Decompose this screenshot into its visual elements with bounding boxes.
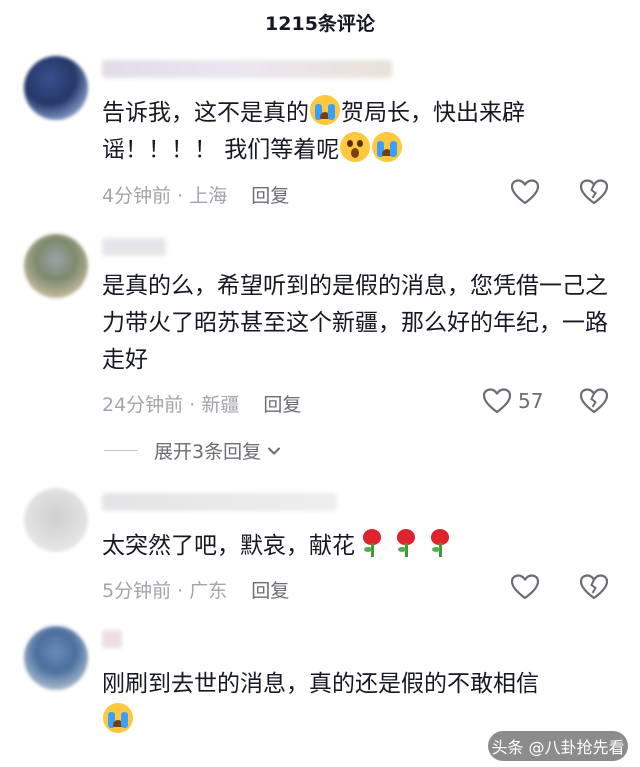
rose-emoji-icon (394, 528, 418, 558)
reply-button[interactable]: 回复 (263, 394, 301, 416)
dislike-button[interactable] (579, 178, 609, 206)
like-button[interactable]: 57 (482, 387, 543, 415)
heart-outline-icon (510, 574, 540, 600)
heart-outline-icon (510, 179, 540, 205)
crying-face-emoji-icon (372, 132, 403, 162)
heart-outline-icon (482, 388, 512, 414)
expand-replies-label: 展开3条回复 (154, 441, 262, 463)
comment-count-title: 1215条评论 (265, 12, 375, 35)
reply-button[interactable]: 回复 (251, 185, 289, 207)
crying-face-emoji-icon (103, 703, 133, 733)
comments-header: 1215条评论 (0, 0, 640, 44)
broken-heart-icon (579, 574, 609, 600)
username-blurred[interactable] (102, 493, 337, 511)
comment-meta: 5分钟前 · 广东 回复 (102, 576, 289, 603)
expand-replies-button[interactable]: 展开3条回复 (104, 437, 283, 464)
username-blurred[interactable] (102, 238, 166, 256)
avatar[interactable] (24, 488, 88, 552)
reply-button[interactable]: 回复 (251, 580, 289, 602)
like-count: 57 (518, 389, 544, 413)
like-button[interactable] (510, 178, 540, 206)
comment-location: 上海 (189, 185, 228, 207)
comment-time: 4分钟前 (102, 185, 172, 207)
comment-location: 新疆 (201, 394, 240, 416)
shocked-face-emoji-icon (340, 132, 371, 162)
separator: · (177, 185, 184, 207)
broken-heart-icon (579, 179, 609, 205)
comment-text: 刚刷到去世的消息，真的还是假的不敢相信 (102, 666, 618, 740)
comment-text: 告诉我，这不是真的 贺局长，快出来辟谣！！！！ 我们等着呢 (102, 95, 618, 169)
comment-time: 5分钟前 (102, 580, 172, 602)
chevron-down-icon (268, 447, 281, 454)
avatar[interactable] (24, 56, 88, 120)
comment-time: 24分钟前 (102, 394, 184, 416)
crying-face-emoji-icon (310, 95, 340, 125)
avatar[interactable] (24, 234, 88, 298)
dislike-button[interactable] (579, 387, 609, 415)
like-button[interactable] (510, 573, 540, 601)
comment-text: 太突然了吧，默哀，献花 (102, 528, 618, 565)
rose-emoji-icon (360, 528, 384, 558)
separator: · (189, 394, 196, 416)
separator: · (177, 580, 184, 602)
comment-location: 广东 (189, 580, 228, 602)
comment-meta: 4分钟前 · 上海 回复 (102, 181, 289, 208)
broken-heart-icon (579, 388, 609, 414)
rose-emoji-icon (428, 528, 452, 558)
comment-meta: 24分钟前 · 新疆 回复 (102, 390, 301, 417)
username-blurred[interactable] (102, 630, 122, 648)
watermark: 头条 @八卦抢先看 (488, 731, 628, 761)
dislike-button[interactable] (579, 573, 609, 601)
avatar[interactable] (24, 626, 88, 690)
divider (104, 450, 138, 451)
comment-text: 是真的么，希望听到的是假的消息，您凭借一己之力带火了昭苏甚至这个新疆，那么好的年… (102, 273, 608, 373)
username-blurred[interactable] (102, 60, 392, 78)
